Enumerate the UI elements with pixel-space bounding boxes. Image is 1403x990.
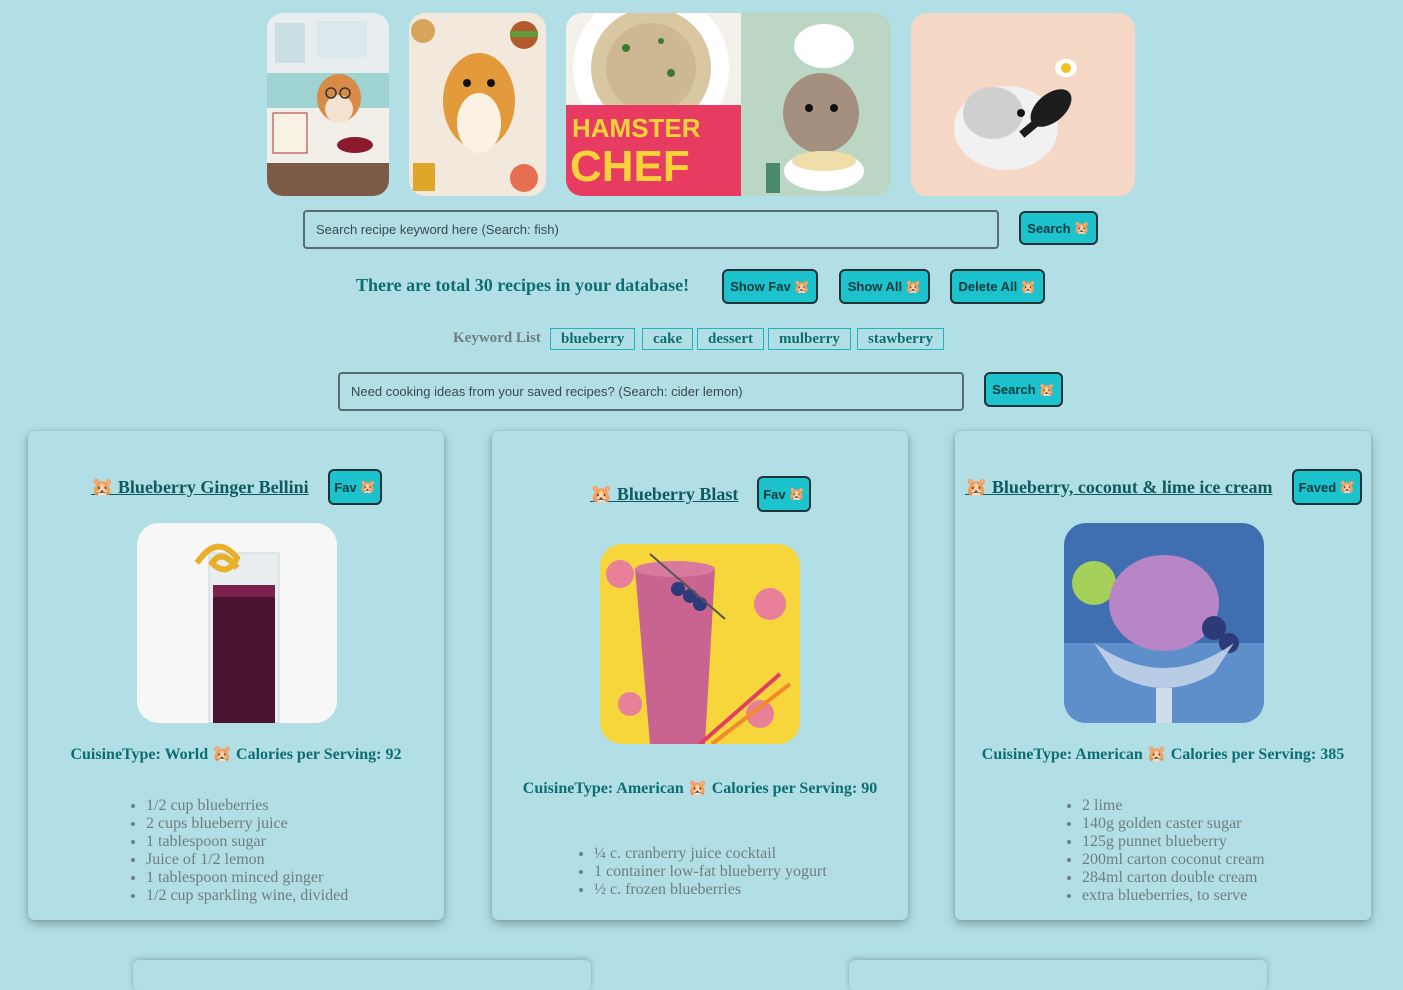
delete-all-label: Delete All — [958, 279, 1018, 294]
ingredient-item: ½ c. frozen blueberries — [594, 881, 827, 899]
recipe-title: Blueberry Ginger Bellini — [117, 477, 309, 497]
recipe-search-placeholder: Search recipe keyword here (Search: fish… — [316, 222, 559, 237]
chef-logo-line1: HAMSTER — [572, 113, 701, 143]
recipe-card: 🐹 Blueberry, coconut & lime ice cream Fa… — [955, 431, 1371, 920]
fav-label: Faved — [1298, 479, 1337, 495]
delete-all-button[interactable]: Delete All 🐹 — [950, 269, 1045, 304]
banner-image-hamster-frying-pan — [911, 13, 1135, 196]
recipe-title: Blueberry, coconut & lime ice cream — [991, 477, 1273, 497]
hamster-icon: 🐹 — [905, 278, 922, 294]
ingredient-list: ¼ c. cranberry juice cocktail 1 containe… — [576, 845, 827, 899]
hamster-icon: 🐹 — [1073, 220, 1090, 235]
ingredient-item: Juice of 1/2 lemon — [146, 851, 348, 869]
recipe-title-link[interactable]: 🐹 Blueberry Ginger Bellini — [91, 477, 309, 498]
hamster-icon: 🐹 — [359, 479, 376, 494]
recipe-image-ice-cream — [1064, 523, 1264, 723]
keyword-tag[interactable]: mulberry — [768, 328, 851, 350]
show-fav-label: Show Fav — [730, 279, 791, 294]
ingredient-item: 125g punnet blueberry — [1082, 833, 1265, 851]
hamster-icon: 🐹 — [1038, 381, 1055, 397]
keyword-list-label: Keyword List — [453, 330, 541, 346]
recipe-meta: CuisineType: World 🐹 Calories per Servin… — [70, 746, 402, 763]
fav-button[interactable]: Fav 🐹 — [328, 469, 382, 505]
ingredient-item: 1 container low-fat blueberry yogurt — [594, 863, 827, 881]
fav-label: Fav — [334, 479, 357, 495]
keyword-tag[interactable]: cake — [642, 328, 694, 350]
hamster-icon: 🐹 — [793, 278, 810, 294]
ingredient-item: 1 tablespoon minced ginger — [146, 869, 348, 887]
recipe-search-input[interactable]: Search recipe keyword here (Search: fish… — [303, 210, 999, 249]
recipe-card: 🐹 Blueberry Ginger Bellini Fav 🐹 Cuisine… — [28, 431, 444, 920]
ingredient-list: 2 lime 140g golden caster sugar 125g pun… — [1064, 797, 1265, 905]
chef-logo-line2: CHEF — [570, 142, 690, 191]
recipe-image-blueberry-blast — [600, 544, 800, 744]
recipe-card-partial — [133, 960, 591, 990]
search-button[interactable]: Search 🐹 — [1019, 211, 1098, 245]
banner-image-hamster-kitchen — [267, 13, 389, 196]
hamster-icon: 🐹 — [1020, 278, 1037, 294]
keyword-tag[interactable]: stawberry — [857, 328, 944, 350]
recipe-title-link[interactable]: 🐹 Blueberry Blast — [590, 484, 738, 505]
hamster-icon: 🐹 — [788, 486, 805, 501]
ingredient-item: 2 lime — [1082, 797, 1265, 815]
hamster-icon: 🐹 — [1339, 479, 1356, 494]
recipe-image-bellini — [137, 523, 337, 723]
hamster-icon: 🐹 — [590, 484, 613, 504]
keyword-tag[interactable]: dessert — [697, 328, 764, 350]
fav-label: Fav — [763, 486, 786, 502]
recipe-card: 🐹 Blueberry Blast Fav 🐹 CuisineType: Ame… — [492, 431, 908, 920]
ideas-search-button-label: Search — [992, 382, 1036, 397]
ingredient-item: ¼ c. cranberry juice cocktail — [594, 845, 827, 863]
recipe-meta: CuisineType: American 🐹 Calories per Ser… — [522, 780, 878, 797]
recipe-card-partial — [849, 960, 1267, 990]
ingredient-item: 200ml carton coconut cream — [1082, 851, 1265, 869]
ingredient-item: 1/2 cup blueberries — [146, 797, 348, 815]
keyword-tag[interactable]: blueberry — [550, 328, 636, 350]
ingredient-list: 1/2 cup blueberries 2 cups blueberry jui… — [128, 797, 348, 905]
banner-image-hamster-chef: HAMSTER CHEF — [566, 13, 891, 196]
ingredient-item: 140g golden caster sugar — [1082, 815, 1265, 833]
ideas-search-input[interactable]: Need cooking ideas from your saved recip… — [338, 372, 964, 411]
ideas-search-button[interactable]: Search 🐹 — [984, 372, 1063, 407]
hamster-icon: 🐹 — [965, 477, 988, 497]
recipe-title-link[interactable]: 🐹 Blueberry, coconut & lime ice cream — [965, 477, 1273, 498]
fav-button[interactable]: Fav 🐹 — [757, 476, 811, 512]
ingredient-item: 284ml carton double cream — [1082, 869, 1265, 887]
total-recipes-text: There are total 30 recipes in your datab… — [356, 275, 690, 295]
show-all-button[interactable]: Show All 🐹 — [839, 269, 930, 304]
ingredient-item: extra blueberries, to serve — [1082, 887, 1265, 905]
ideas-search-placeholder: Need cooking ideas from your saved recip… — [351, 384, 743, 399]
banner-image-hamster-snacks — [409, 13, 546, 196]
faved-button[interactable]: Faved 🐹 — [1292, 469, 1362, 505]
ingredient-item: 2 cups blueberry juice — [146, 815, 348, 833]
recipe-meta: CuisineType: American 🐹 Calories per Ser… — [981, 746, 1345, 763]
hamster-icon: 🐹 — [91, 477, 114, 497]
show-all-label: Show All — [847, 279, 903, 294]
ingredient-item: 1/2 cup sparkling wine, divided — [146, 887, 348, 905]
show-fav-button[interactable]: Show Fav 🐹 — [722, 269, 818, 304]
search-button-label: Search — [1027, 220, 1071, 236]
ingredient-item: 1 tablespoon sugar — [146, 833, 348, 851]
recipe-title: Blueberry Blast — [616, 484, 739, 504]
